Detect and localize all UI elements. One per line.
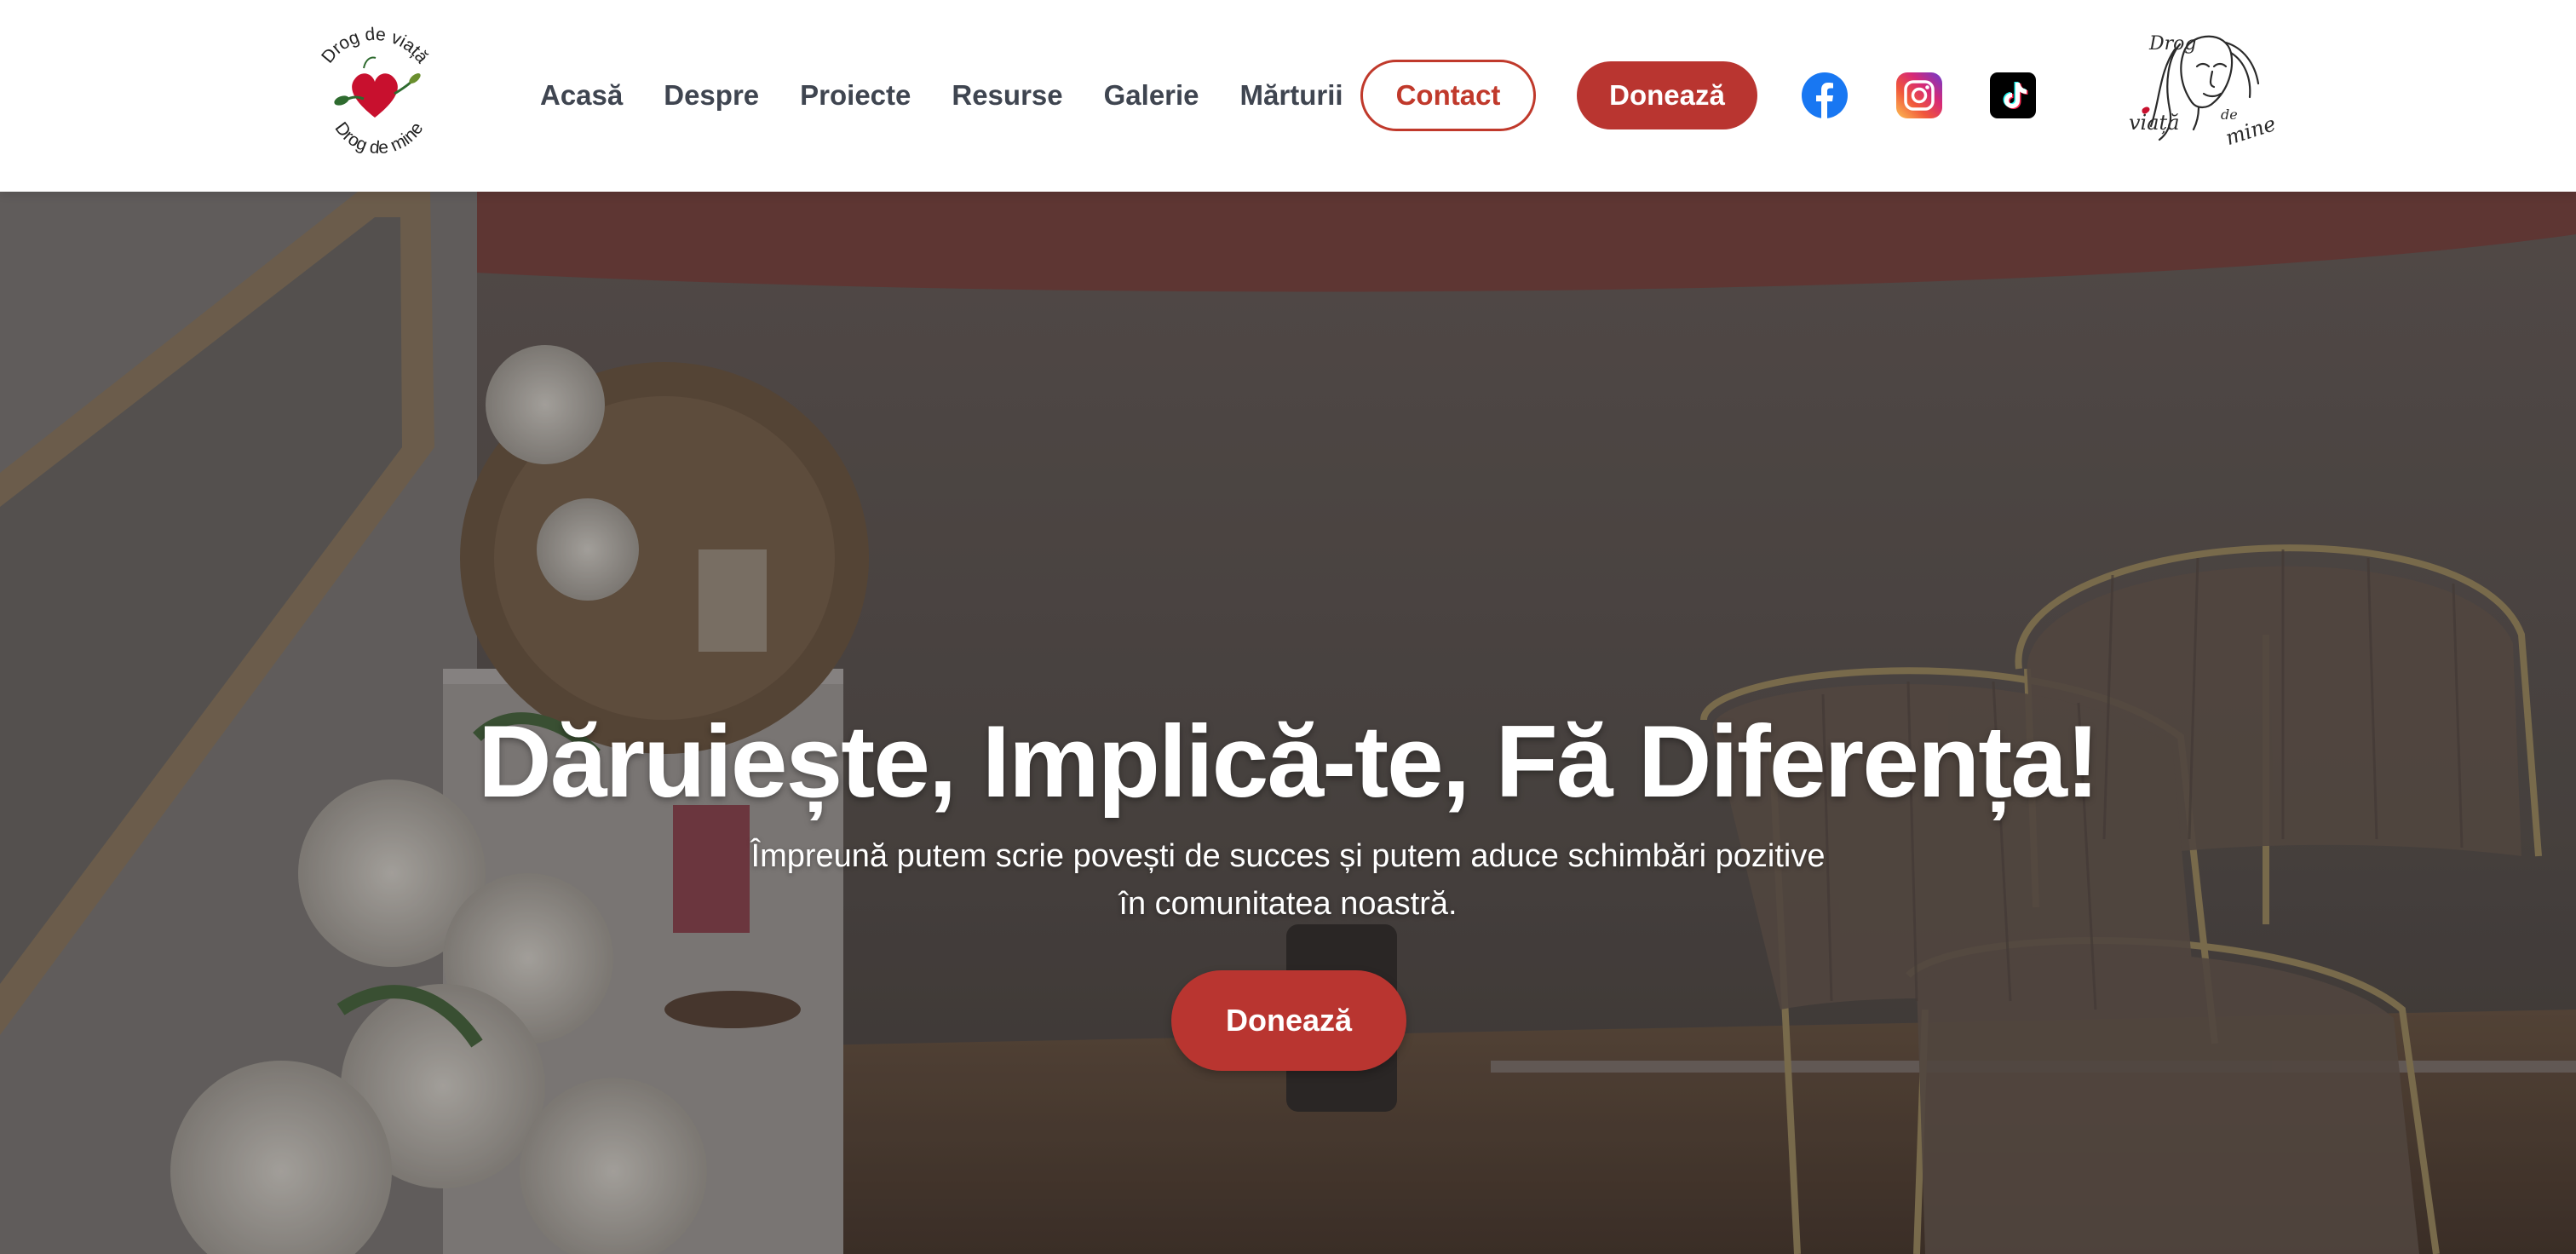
hero-subtitle-line-2: în comunitatea noastră.: [1118, 886, 1458, 922]
hero-title: Dăruiește, Implică-te, Fă Diferența!: [478, 705, 2100, 819]
main-nav: Acasă Despre Proiecte Resurse Galerie Mă…: [540, 61, 1384, 129]
nav-item-galerie[interactable]: Galerie: [1104, 79, 1199, 112]
line-art-logo[interactable]: Drog de viață mine: [2125, 24, 2287, 152]
hero-section: Dăruiește, Implică-te, Fă Diferența! Împ…: [0, 192, 2576, 1254]
nav-item-proiecte[interactable]: Proiecte: [800, 79, 911, 112]
nav-item-despre[interactable]: Despre: [664, 79, 759, 112]
site-header: Drog de viață Drog de mine Acasă Despre …: [0, 0, 2576, 192]
facebook-icon[interactable]: [1802, 72, 1848, 118]
nav-item-marturii[interactable]: Mărturii: [1240, 79, 1343, 112]
hero-subtitle-line-1: Împreună putem scrie povești de succes ș…: [750, 838, 1826, 874]
nav-item-resurse[interactable]: Resurse: [952, 79, 1062, 112]
nav-item-acasa[interactable]: Acasă: [540, 79, 623, 112]
donate-button-header[interactable]: Donează: [1577, 61, 1757, 129]
instagram-icon[interactable]: [1896, 72, 1942, 118]
site-logo[interactable]: Drog de viață Drog de mine: [302, 17, 447, 162]
svg-text:de: de: [2221, 106, 2238, 123]
contact-button[interactable]: Contact: [1360, 60, 1536, 131]
hero-subtitle: Împreună putem scrie povești de succes ș…: [692, 832, 1884, 928]
donate-button-hero[interactable]: Donează: [1171, 970, 1406, 1071]
svg-text:Drog de viață: Drog de viață: [318, 25, 432, 67]
svg-text:Drog de mine: Drog de mine: [331, 118, 427, 158]
svg-text:viață: viață: [2129, 111, 2180, 135]
tiktok-icon[interactable]: [1990, 72, 2036, 118]
svg-text:Drog: Drog: [2148, 33, 2196, 55]
